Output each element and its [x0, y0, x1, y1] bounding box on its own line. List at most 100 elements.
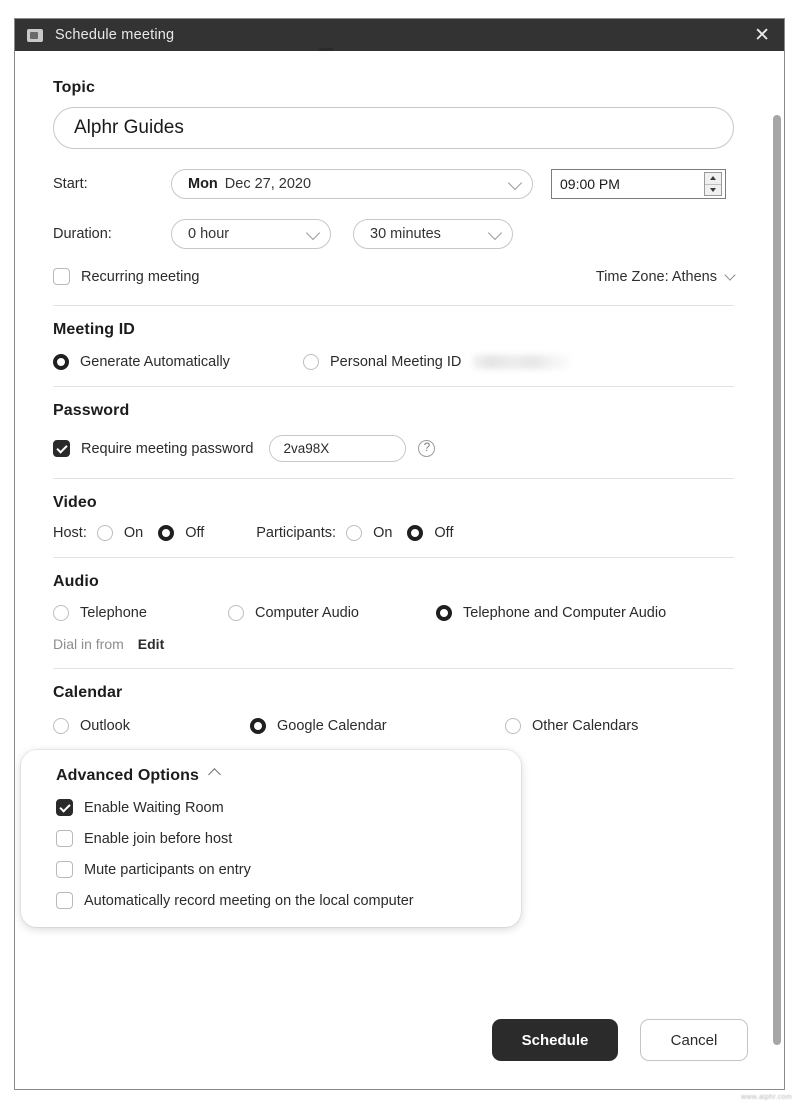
radio-calendar-other[interactable]: Other Calendars	[505, 718, 638, 734]
radio-icon	[228, 605, 244, 621]
checkbox-auto-record-local[interactable]: Automatically record meeting on the loca…	[56, 892, 516, 909]
chevron-down-icon	[487, 225, 503, 241]
start-row: Start: Mon Dec 27, 2020 09:00 PM	[53, 169, 734, 199]
radio-participants-video-on[interactable]: On	[346, 525, 392, 541]
recurring-meeting-label: Recurring meeting	[81, 268, 200, 285]
meeting-id-options: Generate Automatically Personal Meeting …	[53, 354, 734, 370]
question-mark-icon[interactable]: ?	[418, 440, 436, 457]
start-date: Dec 27, 2020	[224, 176, 312, 192]
video-participants-label: Participants:	[256, 525, 337, 541]
dial-in-from-label: Dial in from	[53, 636, 124, 652]
recurring-row: Recurring meeting Time Zone: Athens	[53, 268, 736, 285]
radio-host-video-off[interactable]: Off	[158, 525, 204, 541]
advanced-options-section: Advanced Options Enable Waiting Room Ena…	[21, 750, 521, 927]
radio-generate-automatically[interactable]: Generate Automatically	[53, 354, 303, 370]
advanced-options-header[interactable]: Advanced Options	[56, 767, 516, 785]
calendar-section: Calendar Outlook Google Calendar Other C…	[53, 669, 734, 734]
checkbox-label: Enable join before host	[84, 830, 233, 847]
option-label: On	[373, 525, 393, 541]
topic-label: Topic	[53, 79, 95, 96]
radio-icon	[158, 525, 175, 541]
radio-personal-meeting-id[interactable]: Personal Meeting ID	[303, 354, 570, 370]
time-spinner-up-icon[interactable]	[705, 173, 721, 184]
time-spinner-down-icon[interactable]	[705, 183, 721, 196]
password-title: Password	[53, 402, 130, 419]
radio-icon	[250, 718, 266, 734]
timezone-dropdown[interactable]: Time Zone: Athens	[596, 269, 736, 285]
require-password-checkbox[interactable]	[53, 440, 70, 457]
option-label: On	[123, 525, 144, 541]
password-input[interactable]	[269, 435, 407, 462]
radio-icon	[436, 605, 452, 621]
chevron-down-icon	[305, 225, 321, 241]
checkbox-icon	[56, 830, 73, 847]
radio-calendar-outlook[interactable]: Outlook	[53, 718, 250, 734]
advanced-options-highlight: Advanced Options Enable Waiting Room Ena…	[21, 750, 521, 927]
chevron-down-icon	[507, 175, 523, 191]
duration-minutes-dropdown[interactable]: 30 minutes	[353, 219, 513, 249]
option-label: Telephone	[80, 605, 147, 621]
option-label: Personal Meeting ID	[330, 354, 462, 370]
chevron-up-icon[interactable]	[208, 768, 221, 781]
option-label: Generate Automatically	[80, 354, 230, 370]
radio-audio-telephone[interactable]: Telephone	[53, 605, 228, 621]
checkbox-enable-join-before-host[interactable]: Enable join before host	[56, 830, 516, 847]
option-label: Off	[434, 525, 454, 541]
radio-icon	[407, 525, 424, 541]
radio-calendar-google[interactable]: Google Calendar	[250, 718, 505, 734]
duration-row: Duration: 0 hour 30 minutes	[53, 219, 734, 249]
scrollbar-thumb[interactable]	[773, 115, 781, 1045]
checkbox-enable-waiting-room[interactable]: Enable Waiting Room	[56, 799, 516, 816]
time-spinner[interactable]	[704, 172, 722, 196]
video-title: Video	[53, 494, 97, 511]
option-label: Google Calendar	[277, 718, 387, 734]
duration-hours-value: 0 hour	[188, 226, 230, 242]
password-section: Password Require meeting password ?	[53, 387, 734, 478]
video-options-row: Host: On Off Participants: On Off	[53, 525, 734, 541]
close-icon[interactable]: ✕	[754, 19, 770, 51]
duration-hours-dropdown[interactable]: 0 hour	[171, 219, 331, 249]
duration-label: Duration:	[53, 226, 112, 242]
checkbox-label: Mute participants on entry	[84, 861, 251, 878]
dialog-body: Topic Start: Mon Dec 27, 2020 09:00 PM	[15, 51, 784, 1089]
dial-in-edit-link[interactable]: Edit	[138, 636, 164, 652]
vertical-scrollbar[interactable]	[771, 51, 784, 1089]
option-label: Outlook	[80, 718, 130, 734]
schedule-button[interactable]: Schedule	[492, 1019, 618, 1061]
radio-icon	[53, 718, 69, 734]
dialog-footer: Schedule Cancel	[492, 1019, 748, 1061]
calendar-options-row: Outlook Google Calendar Other Calendars	[53, 718, 734, 734]
radio-audio-telephone-and-computer[interactable]: Telephone and Computer Audio	[436, 605, 666, 621]
radio-icon	[53, 354, 69, 370]
checkbox-label: Enable Waiting Room	[84, 799, 224, 816]
settings-scroll-content: Topic Start: Mon Dec 27, 2020 09:00 PM	[15, 51, 770, 1089]
checkbox-mute-participants-on-entry[interactable]: Mute participants on entry	[56, 861, 516, 878]
checkbox-icon	[56, 861, 73, 878]
option-label: Telephone and Computer Audio	[463, 605, 667, 621]
video-camera-icon	[27, 28, 43, 42]
start-label: Start:	[53, 176, 88, 192]
checkbox-label: Automatically record meeting on the loca…	[84, 892, 414, 909]
audio-section: Audio Telephone Computer Audio Telephone…	[53, 558, 734, 668]
window-title: Schedule meeting	[55, 27, 175, 43]
topic-input[interactable]	[53, 107, 734, 149]
radio-host-video-on[interactable]: On	[96, 525, 144, 541]
cancel-button[interactable]: Cancel	[640, 1019, 748, 1061]
chevron-down-icon	[724, 269, 736, 281]
watermark: www.alphr.com	[741, 1094, 792, 1101]
audio-title: Audio	[53, 573, 99, 590]
video-section: Video Host: On Off Participants: On Off	[53, 479, 734, 557]
radio-icon	[303, 354, 319, 370]
radio-icon	[346, 525, 363, 541]
window-titlebar: Schedule meeting ✕	[15, 19, 784, 54]
radio-audio-computer[interactable]: Computer Audio	[228, 605, 436, 621]
recurring-meeting-checkbox[interactable]	[53, 268, 70, 285]
schedule-meeting-dialog: Schedule meeting ✕ Topic Start: Mon Dec …	[14, 18, 785, 1090]
start-time-value: 09:00 PM	[560, 176, 620, 192]
radio-participants-video-off[interactable]: Off	[407, 525, 453, 541]
start-time-field[interactable]: 09:00 PM	[551, 169, 726, 199]
radio-icon	[505, 718, 521, 734]
meeting-id-section: Meeting ID Generate Automatically Person…	[53, 306, 734, 386]
start-date-dropdown[interactable]: Mon Dec 27, 2020	[171, 169, 533, 199]
calendar-title: Calendar	[53, 684, 123, 701]
